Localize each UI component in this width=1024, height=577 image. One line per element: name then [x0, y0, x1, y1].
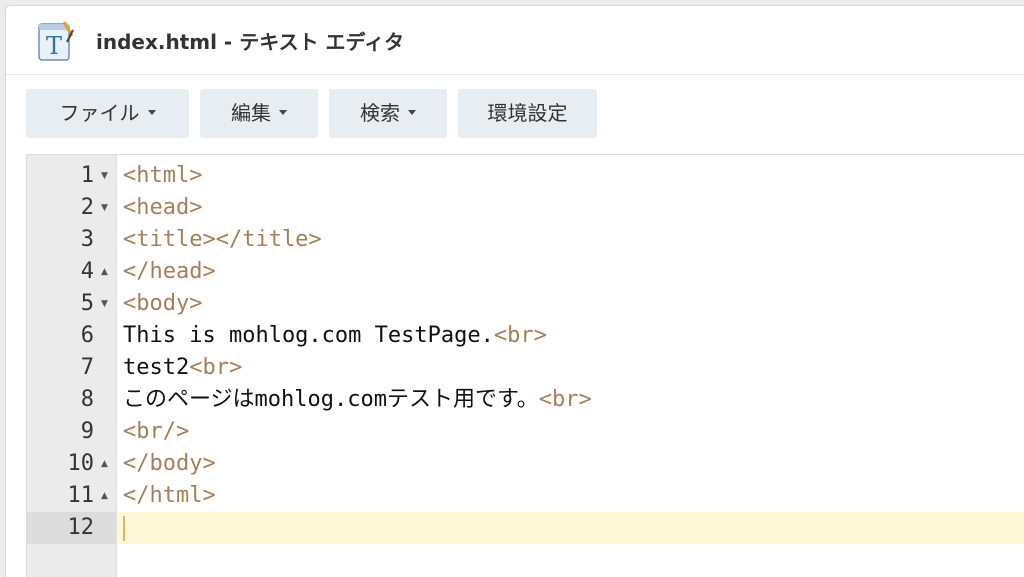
text-token: このページはmohlog.comテスト用です。: [123, 387, 539, 412]
code-text[interactable]: </body>: [123, 448, 216, 480]
code-line[interactable]: 7 test2<br>: [27, 352, 1024, 384]
line-number: 6: [80, 323, 94, 348]
code-line[interactable]: 12: [27, 512, 1024, 544]
code-text[interactable]: <html>: [123, 160, 202, 192]
line-number-cell: 9: [27, 416, 116, 448]
code-text[interactable]: <title></title>: [123, 224, 322, 256]
edit-menu-label: 編集: [231, 101, 271, 125]
line-number-cell: 11 ▲: [27, 480, 116, 512]
line-number-cell: 12: [27, 512, 116, 544]
code-line[interactable]: 11 ▲ </html>: [27, 480, 1024, 512]
code-line[interactable]: 3 <title></title>: [27, 224, 1024, 256]
text-editor-icon: T: [37, 20, 75, 62]
line-number-cell: 2 ▼: [27, 192, 116, 224]
code-line[interactable]: 8 このページはmohlog.comテスト用です。<br>: [27, 384, 1024, 416]
fold-end-icon[interactable]: ▲: [101, 480, 108, 512]
text-token: This is mohlog.com TestPage.: [123, 323, 494, 348]
chevron-down-icon: [408, 110, 416, 115]
code-line[interactable]: 2 ▼ <head>: [27, 192, 1024, 224]
code-line[interactable]: 10 ▲ </body>: [27, 448, 1024, 480]
line-number-cell: 1 ▼: [27, 160, 116, 192]
line-number-cell: 7: [27, 352, 116, 384]
code-line[interactable]: 4 ▲ </head>: [27, 256, 1024, 288]
settings-button[interactable]: 環境設定: [458, 89, 597, 138]
code-text[interactable]: <br/>: [123, 416, 189, 448]
code-text[interactable]: </html>: [123, 480, 216, 512]
fold-end-icon[interactable]: ▲: [101, 256, 108, 288]
html-tag-token: <br>: [189, 355, 243, 380]
line-number-cell: 4 ▲: [27, 256, 116, 288]
line-number-cell: 8: [27, 384, 116, 416]
fold-toggle-icon[interactable]: ▼: [101, 288, 108, 320]
toolbar: ファイル 編集 検索 環境設定: [6, 75, 1024, 154]
line-number: 4: [80, 259, 94, 284]
code-text[interactable]: <body>: [123, 288, 202, 320]
code-line-background: [117, 416, 1024, 448]
code-text[interactable]: </head>: [123, 256, 216, 288]
file-menu-label: ファイル: [59, 101, 140, 125]
code-text[interactable]: <head>: [123, 192, 202, 224]
line-number: 9: [80, 419, 94, 444]
html-tag-token: </body>: [123, 451, 216, 476]
line-number: 11: [67, 483, 95, 508]
line-number: 5: [80, 291, 94, 316]
html-tag-token: <html>: [123, 163, 203, 188]
svg-text:T: T: [46, 32, 62, 60]
line-number: 12: [67, 515, 95, 540]
window-title: index.html - テキスト エディタ: [96, 30, 405, 54]
fold-toggle-icon[interactable]: ▼: [101, 192, 108, 224]
text-token: test2: [123, 355, 190, 380]
line-number-cell: 3: [27, 224, 116, 256]
line-number: 1: [80, 163, 94, 188]
code-text[interactable]: This is mohlog.com TestPage.<br>: [123, 320, 547, 352]
html-tag-token: <br>: [538, 387, 592, 412]
code-line[interactable]: 6 This is mohlog.com TestPage.<br>: [27, 320, 1024, 352]
html-tag-token: <br>: [493, 323, 547, 348]
code-line[interactable]: 5 ▼ <body>: [27, 288, 1024, 320]
code-line[interactable]: 9 <br/>: [27, 416, 1024, 448]
editor-window: T index.html - テキスト エディタ ファイル 編集 検索 環境設定…: [5, 5, 1024, 577]
chevron-down-icon: [279, 110, 287, 115]
chevron-down-icon: [147, 110, 156, 115]
code-line-background: [117, 480, 1024, 512]
text-cursor: [123, 516, 125, 541]
code-text[interactable]: このページはmohlog.comテスト用です。<br>: [123, 384, 592, 416]
code-text[interactable]: test2<br>: [123, 352, 242, 384]
html-tag-token: </head>: [123, 259, 216, 284]
line-number: 8: [80, 387, 94, 412]
title-bar: T index.html - テキスト エディタ: [6, 6, 1024, 75]
code-line[interactable]: 1 ▼ <html>: [27, 160, 1024, 192]
edit-menu-button[interactable]: 編集: [200, 89, 318, 138]
line-number-cell: 5 ▼: [27, 288, 116, 320]
code-line-background: [117, 288, 1024, 320]
html-tag-token: <head>: [123, 195, 203, 220]
code-line-background: [117, 160, 1024, 192]
search-menu-button[interactable]: 検索: [329, 89, 447, 138]
html-tag-token: </html>: [123, 483, 216, 508]
settings-label: 環境設定: [487, 101, 568, 125]
code-line-background: [117, 256, 1024, 288]
line-number: 3: [80, 227, 94, 252]
code-line-background: [117, 192, 1024, 224]
line-number-cell: 10 ▲: [27, 448, 116, 480]
code-line-background: [117, 448, 1024, 480]
code-editor[interactable]: 1 ▼ <html> 2 ▼ <head> 3 <title></title> 4 ▲ </head…: [26, 154, 1024, 577]
file-menu-button[interactable]: ファイル: [26, 89, 189, 138]
line-number: 7: [80, 355, 94, 380]
line-number: 10: [67, 451, 95, 476]
fold-toggle-icon[interactable]: ▼: [101, 160, 108, 192]
code-line-background: [117, 512, 1024, 544]
search-menu-label: 検索: [360, 101, 400, 125]
html-tag-token: <br/>: [123, 419, 190, 444]
fold-end-icon[interactable]: ▲: [101, 448, 108, 480]
html-tag-token: <body>: [123, 291, 203, 316]
html-tag-token: <title></title>: [123, 227, 322, 252]
line-number-cell: 6: [27, 320, 116, 352]
code-line-background: [117, 352, 1024, 384]
line-number: 2: [80, 195, 94, 220]
